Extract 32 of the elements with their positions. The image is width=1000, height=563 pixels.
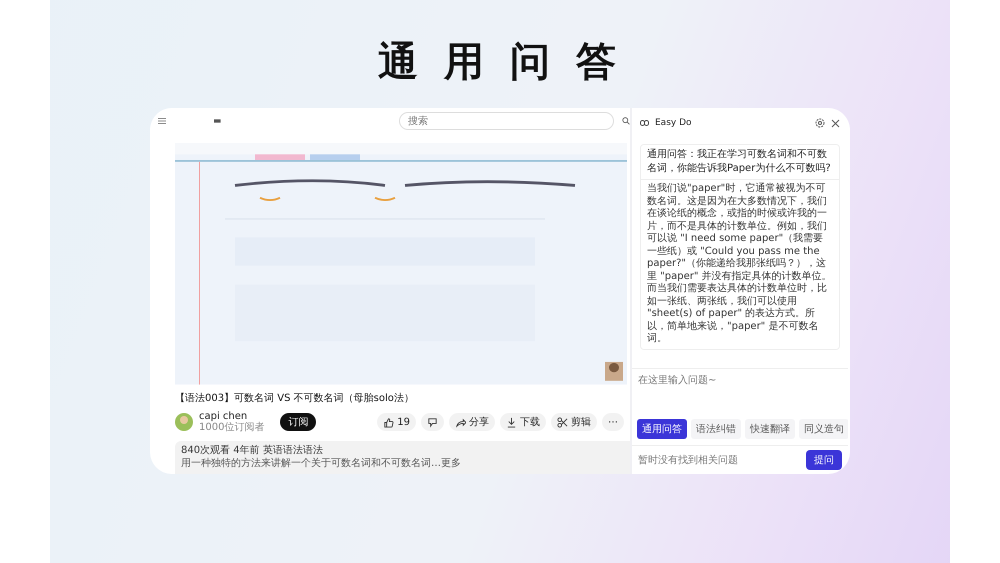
more-button[interactable]: ⋯: [602, 413, 624, 431]
mode-tab[interactable]: 同义造句: [799, 419, 848, 439]
menu-icon[interactable]: [158, 117, 166, 126]
video-meta: 840次观看 4年前 英语语法语法: [181, 445, 324, 457]
hint-text: 暂时没有找到相关问题: [638, 454, 738, 467]
close-icon[interactable]: [831, 118, 840, 128]
clip-button[interactable]: 剪辑: [551, 413, 597, 431]
settings-icon[interactable]: [815, 118, 825, 128]
page-heading: 通 用 问 答: [378, 38, 622, 87]
share-icon: [455, 416, 466, 428]
search-field[interactable]: 搜索: [398, 112, 614, 130]
video-title: 【语法003】可数名词 VS 不可数名词（母胎solo法）: [175, 392, 415, 405]
clip-icon: [557, 416, 568, 428]
link-icon: [640, 120, 649, 126]
share-button[interactable]: 分享: [449, 413, 495, 431]
mode-tab[interactable]: 语法纠错: [691, 419, 741, 439]
channel-name[interactable]: capi chen: [199, 411, 264, 422]
panel-title: Easy Do: [655, 118, 692, 128]
question-text: 通用问答：我正在学习可数名词和不可数名词，你能告诉我Paper为什么不可数吗?: [641, 145, 839, 180]
search-icon[interactable]: [622, 116, 630, 126]
subscribe-button[interactable]: 订阅: [280, 413, 316, 431]
description-text: 用一种独特的方法来讲解一个关于可数名词和不可数名词…更多: [181, 458, 462, 470]
ask-button[interactable]: 提问: [806, 450, 842, 470]
answer-text: 当我们说"paper"时，它通常被视为不可数名词。这是因为在大多数情况下，我们在谈论纸的概念，或指的时候或许我的一片，而不是具体的计数单位。例如，我们可以说 "I need some paper"（我需要一些纸）或 "Could you pass me the paper?"（你能递给我那张纸吗？），这里 "paper" 并没有指定具体的计数单位。而当我们需要表达具体的计数单位时，比如一张纸、两张纸，我们可以使用 "sheet(s) of paper" 的表达方式。所以，简单地来说，"paper" 是不可数名词。: [646, 182, 833, 346]
subscriber-count: 1000位订阅者: [199, 422, 264, 433]
mode-tab[interactable]: 快速翻译: [745, 419, 795, 439]
like-button[interactable]: 19: [377, 413, 416, 431]
download-icon: [506, 416, 517, 428]
mode-tab[interactable]: 通用问答: [637, 419, 687, 439]
download-button[interactable]: 下载: [500, 413, 546, 431]
like-icon: [383, 416, 394, 428]
dislike-button[interactable]: [421, 413, 444, 431]
